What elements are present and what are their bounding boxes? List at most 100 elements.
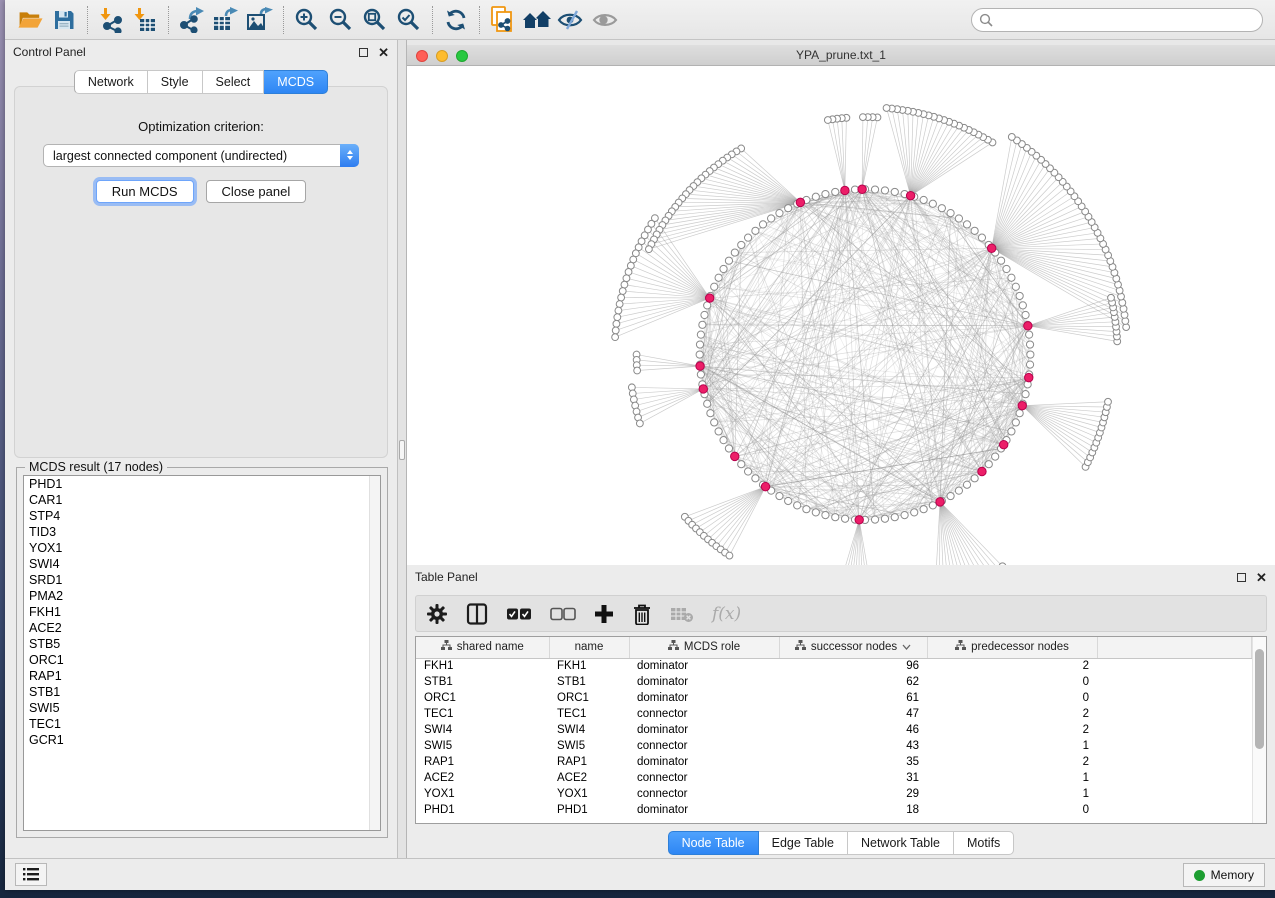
table-cell[interactable]: dominator: [629, 674, 779, 690]
mcds-result-item[interactable]: GCR1: [24, 732, 380, 748]
table-cell[interactable]: ACE2: [549, 770, 629, 786]
mcds-result-item[interactable]: ACE2: [24, 620, 380, 636]
table-cell[interactable]: dominator: [629, 722, 779, 738]
import-network-icon[interactable]: [94, 4, 128, 36]
table-cell[interactable]: 0: [927, 802, 1097, 818]
panel-splitter[interactable]: [397, 40, 407, 858]
table-cell[interactable]: 62: [779, 674, 927, 690]
mcds-result-item[interactable]: TID3: [24, 524, 380, 540]
mcds-result-item[interactable]: SWI4: [24, 556, 380, 572]
mcds-result-item[interactable]: PHD1: [24, 476, 380, 492]
select-all-icon[interactable]: [506, 607, 532, 621]
zoom-selected-icon[interactable]: [392, 4, 426, 36]
delete-table-icon[interactable]: [670, 605, 694, 623]
table-cell[interactable]: connector: [629, 738, 779, 754]
table-cell[interactable]: connector: [629, 706, 779, 722]
memory-button[interactable]: Memory: [1183, 863, 1265, 887]
table-cell[interactable]: 0: [927, 690, 1097, 706]
function-builder-icon[interactable]: f(x): [712, 604, 741, 624]
table-row[interactable]: FKH1FKH1dominator962: [416, 658, 1251, 674]
mcds-result-item[interactable]: SWI5: [24, 700, 380, 716]
mcds-result-item[interactable]: YOX1: [24, 540, 380, 556]
table-cell[interactable]: 2: [927, 754, 1097, 770]
search-input[interactable]: [971, 8, 1263, 32]
table-cell[interactable]: 47: [779, 706, 927, 722]
column-header-predecessor-nodes[interactable]: predecessor nodes: [927, 637, 1097, 658]
table-cell[interactable]: 2: [927, 722, 1097, 738]
table-row[interactable]: SWI4SWI4dominator462: [416, 722, 1251, 738]
mcds-result-list[interactable]: PHD1CAR1STP4TID3YOX1SWI4SRD1PMA2FKH1ACE2…: [23, 475, 381, 831]
table-cell[interactable]: SWI5: [549, 738, 629, 754]
optimization-criterion-select[interactable]: largest connected component (undirected): [43, 144, 359, 167]
mcds-result-item[interactable]: STB5: [24, 636, 380, 652]
table-cell[interactable]: SWI4: [416, 722, 549, 738]
deselect-all-icon[interactable]: [550, 607, 576, 621]
mcds-result-item[interactable]: ORC1: [24, 652, 380, 668]
task-history-button[interactable]: [15, 863, 47, 886]
export-image-icon[interactable]: [243, 4, 277, 36]
table-row[interactable]: ACE2ACE2connector311: [416, 770, 1251, 786]
table-row[interactable]: YOX1YOX1connector291: [416, 786, 1251, 802]
splitter-grip[interactable]: [399, 440, 405, 460]
table-cell[interactable]: 35: [779, 754, 927, 770]
table-row[interactable]: ORC1ORC1dominator610: [416, 690, 1251, 706]
table-cell[interactable]: PHD1: [416, 802, 549, 818]
table-cell[interactable]: 2: [927, 706, 1097, 722]
close-panel-icon[interactable]: ✕: [378, 46, 389, 59]
minimize-window-icon[interactable]: [436, 50, 448, 62]
table-cell[interactable]: YOX1: [549, 786, 629, 802]
mcds-result-item[interactable]: CAR1: [24, 492, 380, 508]
tab-style[interactable]: Style: [148, 70, 203, 94]
table-cell[interactable]: 0: [927, 674, 1097, 690]
mcds-result-item[interactable]: TEC1: [24, 716, 380, 732]
table-cell[interactable]: YOX1: [416, 786, 549, 802]
table-cell[interactable]: 2: [927, 658, 1097, 674]
table-row[interactable]: RAP1RAP1dominator352: [416, 754, 1251, 770]
network-from-file-icon[interactable]: [486, 4, 520, 36]
save-icon[interactable]: [47, 4, 81, 36]
table-row[interactable]: SWI5SWI5connector431: [416, 738, 1251, 754]
close-panel-button[interactable]: Close panel: [206, 180, 307, 203]
column-header-name[interactable]: name: [549, 637, 629, 658]
float-table-panel-icon[interactable]: [1237, 573, 1246, 582]
table-cell[interactable]: dominator: [629, 754, 779, 770]
home-icon[interactable]: [520, 4, 554, 36]
table-cell[interactable]: 43: [779, 738, 927, 754]
mcds-result-item[interactable]: STP4: [24, 508, 380, 524]
zoom-in-icon[interactable]: [290, 4, 324, 36]
tab-mcds[interactable]: MCDS: [264, 70, 328, 94]
close-table-panel-icon[interactable]: ✕: [1256, 571, 1267, 584]
table-cell[interactable]: 1: [927, 738, 1097, 754]
table-cell[interactable]: dominator: [629, 690, 779, 706]
table-cell[interactable]: PHD1: [549, 802, 629, 818]
tab-node-table[interactable]: Node Table: [668, 831, 759, 855]
gear-icon[interactable]: [426, 603, 448, 625]
mcds-result-item[interactable]: SRD1: [24, 572, 380, 588]
tab-select[interactable]: Select: [203, 70, 265, 94]
table-cell[interactable]: 29: [779, 786, 927, 802]
table-cell[interactable]: ORC1: [549, 690, 629, 706]
column-header-shared-name[interactable]: shared name: [416, 637, 549, 658]
table-cell[interactable]: 61: [779, 690, 927, 706]
tab-motifs[interactable]: Motifs: [954, 831, 1014, 855]
refresh-icon[interactable]: [439, 4, 473, 36]
table-cell[interactable]: STB1: [416, 674, 549, 690]
mcds-result-item[interactable]: RAP1: [24, 668, 380, 684]
table-cell[interactable]: 1: [927, 786, 1097, 802]
network-graph[interactable]: [407, 66, 1275, 565]
network-canvas[interactable]: [407, 66, 1275, 565]
table-cell[interactable]: TEC1: [416, 706, 549, 722]
show-eye-icon[interactable]: [588, 4, 622, 36]
close-window-icon[interactable]: [416, 50, 428, 62]
table-row[interactable]: TEC1TEC1connector472: [416, 706, 1251, 722]
table-cell[interactable]: FKH1: [416, 658, 549, 674]
table-cell[interactable]: RAP1: [416, 754, 549, 770]
table-cell[interactable]: dominator: [629, 658, 779, 674]
table-cell[interactable]: 31: [779, 770, 927, 786]
table-cell[interactable]: 46: [779, 722, 927, 738]
table-cell[interactable]: connector: [629, 770, 779, 786]
table-cell[interactable]: 1: [927, 770, 1097, 786]
export-network-icon[interactable]: [175, 4, 209, 36]
import-table-icon[interactable]: [128, 4, 162, 36]
column-header-MCDS-role[interactable]: MCDS role: [629, 637, 779, 658]
